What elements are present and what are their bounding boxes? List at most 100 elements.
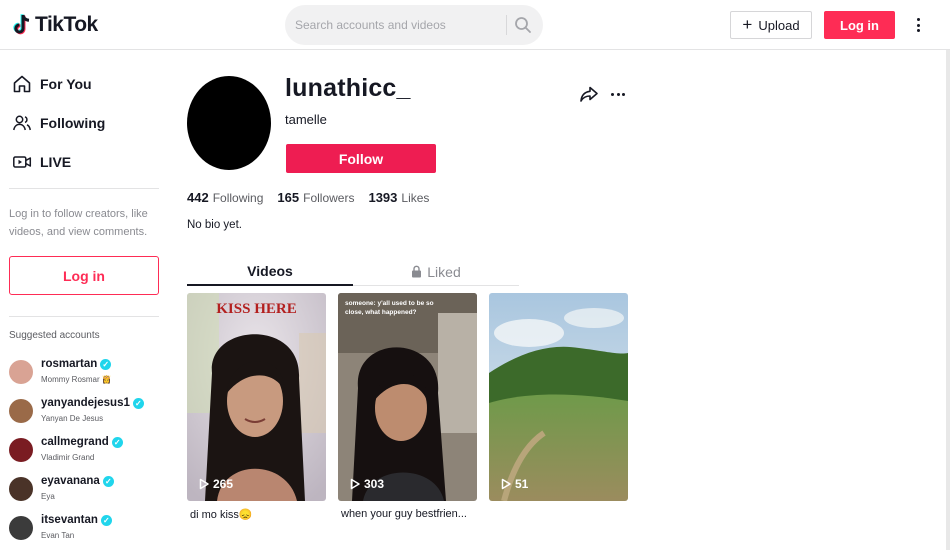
account-username: callmegrand xyxy=(41,436,109,448)
view-count-value: 51 xyxy=(515,477,529,491)
view-count: 303 xyxy=(349,477,384,491)
profile-avatar xyxy=(187,76,271,170)
follow-button[interactable]: Follow xyxy=(286,144,436,173)
avatar xyxy=(9,399,33,423)
video-overlay-text: KISS HERE xyxy=(216,301,297,317)
video-thumbnail-image xyxy=(187,293,326,501)
top-header: TikTok + Upload Log in xyxy=(0,0,950,50)
avatar xyxy=(9,516,33,540)
avatar xyxy=(9,360,33,384)
scrollbar-track[interactable] xyxy=(946,50,950,550)
followers-count: 165 xyxy=(277,190,300,205)
profile-username: lunathicc_ xyxy=(285,74,411,102)
more-menu-icon[interactable] xyxy=(910,14,926,36)
brand-name: TikTok xyxy=(35,13,98,36)
sidebar-divider xyxy=(9,188,159,189)
verified-badge-icon: ✓ xyxy=(100,358,112,370)
sidebar-item-label: Following xyxy=(40,115,106,131)
following-icon xyxy=(13,115,31,131)
suggested-accounts-title: Suggested accounts xyxy=(9,330,100,341)
account-username: itsevantan xyxy=(41,514,98,526)
video-thumbnail[interactable]: someone: y'all used to be so close, what… xyxy=(338,293,477,501)
tab-label: Liked xyxy=(427,263,461,280)
likes-count: 1393 xyxy=(368,190,398,205)
plus-icon: + xyxy=(742,14,753,34)
tiktok-logo-icon xyxy=(13,14,30,35)
view-count: 51 xyxy=(500,477,528,491)
tab-videos[interactable]: Videos xyxy=(187,258,353,286)
followers-stat[interactable]: 165 Followers xyxy=(277,190,354,205)
verified-badge-icon: ✓ xyxy=(102,475,114,487)
account-username-row: callmegrand ✓ xyxy=(41,436,123,448)
video-caption[interactable]: when your guy bestfrien... xyxy=(341,508,480,520)
play-icon xyxy=(501,478,511,490)
suggested-account[interactable]: eyavanana ✓ Eya xyxy=(9,473,169,507)
view-count-value: 265 xyxy=(213,477,234,491)
account-display-name: Mommy Rosmar xyxy=(41,375,100,384)
video-thumbnail[interactable]: 51 xyxy=(489,293,628,501)
following-count: 442 xyxy=(187,190,209,205)
video-caption[interactable]: di mo kiss😞 xyxy=(190,508,329,521)
video-thumbnail-image xyxy=(338,293,477,501)
profile-stats: 442 Following 165 Followers 1393 Likes xyxy=(187,190,429,205)
avatar xyxy=(9,438,33,462)
live-icon xyxy=(13,156,32,168)
account-display-name: Yanyan De Jesus xyxy=(41,414,104,423)
search-icon xyxy=(515,17,531,33)
sidebar-item-following[interactable]: Following xyxy=(12,111,105,135)
suggested-account[interactable]: itsevantan ✓ Evan Tan xyxy=(9,512,169,546)
view-count-value: 303 xyxy=(364,477,385,491)
suggested-account[interactable]: yanyandejesus1 ✓ Yanyan De Jesus xyxy=(9,395,169,429)
video-thumbnail[interactable]: KISS HERE 265 xyxy=(187,293,326,501)
sidebar-item-for-you[interactable]: For You xyxy=(12,72,92,96)
account-username-row: yanyandejesus1 ✓ xyxy=(41,397,144,409)
verified-badge-icon: ✓ xyxy=(111,436,123,448)
likes-stat: 1393 Likes xyxy=(368,190,429,205)
followers-label: Followers xyxy=(303,191,355,205)
share-icon[interactable] xyxy=(579,84,599,104)
play-icon xyxy=(350,478,360,490)
tab-liked[interactable]: Liked xyxy=(353,258,519,286)
sidebar-item-label: LIVE xyxy=(40,154,72,170)
suggested-account[interactable]: callmegrand ✓ Vladimir Grand xyxy=(9,434,169,468)
search-input[interactable] xyxy=(295,14,505,36)
home-icon xyxy=(13,75,31,93)
profile-bio: No bio yet. xyxy=(187,219,242,231)
verified-badge-icon: ✓ xyxy=(100,514,112,526)
account-username: rosmartan xyxy=(41,358,98,370)
account-username-row: eyavanana ✓ xyxy=(41,475,114,487)
suggested-account[interactable]: rosmartan ✓ Mommy Rosmar 👸 xyxy=(9,356,169,390)
header-login-button[interactable]: Log in xyxy=(824,11,895,39)
tiktok-logo[interactable]: TikTok xyxy=(12,12,98,38)
sidebar-login-prompt: Log in to follow creators, like videos, … xyxy=(9,208,148,238)
account-display-name: Eya xyxy=(41,492,55,501)
sidebar-item-label: For You xyxy=(40,76,92,92)
tab-label: Videos xyxy=(247,263,293,279)
verified-badge-icon: ✓ xyxy=(132,397,144,409)
profile-more-icon[interactable] xyxy=(608,84,628,104)
play-icon xyxy=(199,478,209,490)
account-username: yanyandejesus1 xyxy=(41,397,130,409)
sidebar-item-live[interactable]: LIVE xyxy=(12,150,71,174)
account-display-name: Evan Tan xyxy=(41,531,75,540)
account-username: eyavanana xyxy=(41,475,100,487)
account-username-row: rosmartan ✓ xyxy=(41,358,112,370)
account-username-row: itsevantan ✓ xyxy=(41,514,112,526)
sidebar-login-button[interactable]: Log in xyxy=(9,256,159,295)
likes-label: Likes xyxy=(401,191,430,205)
account-display-name: Vladimir Grand xyxy=(41,453,95,462)
search-divider xyxy=(506,15,507,35)
princess-emoji-icon: 👸 xyxy=(101,375,112,384)
video-overlay-text: someone: y'all used to be so close, what… xyxy=(345,300,434,316)
profile-nickname: tamelle xyxy=(285,112,327,127)
search-button[interactable] xyxy=(513,15,533,35)
sidebar-divider xyxy=(9,316,159,317)
following-stat[interactable]: 442 Following xyxy=(187,190,263,205)
video-thumbnail-image xyxy=(489,293,628,501)
upload-label: Upload xyxy=(758,17,800,33)
following-label: Following xyxy=(212,191,264,205)
upload-button[interactable]: + Upload xyxy=(730,11,812,39)
avatar xyxy=(9,477,33,501)
view-count: 265 xyxy=(198,477,233,491)
lock-icon xyxy=(412,265,422,278)
